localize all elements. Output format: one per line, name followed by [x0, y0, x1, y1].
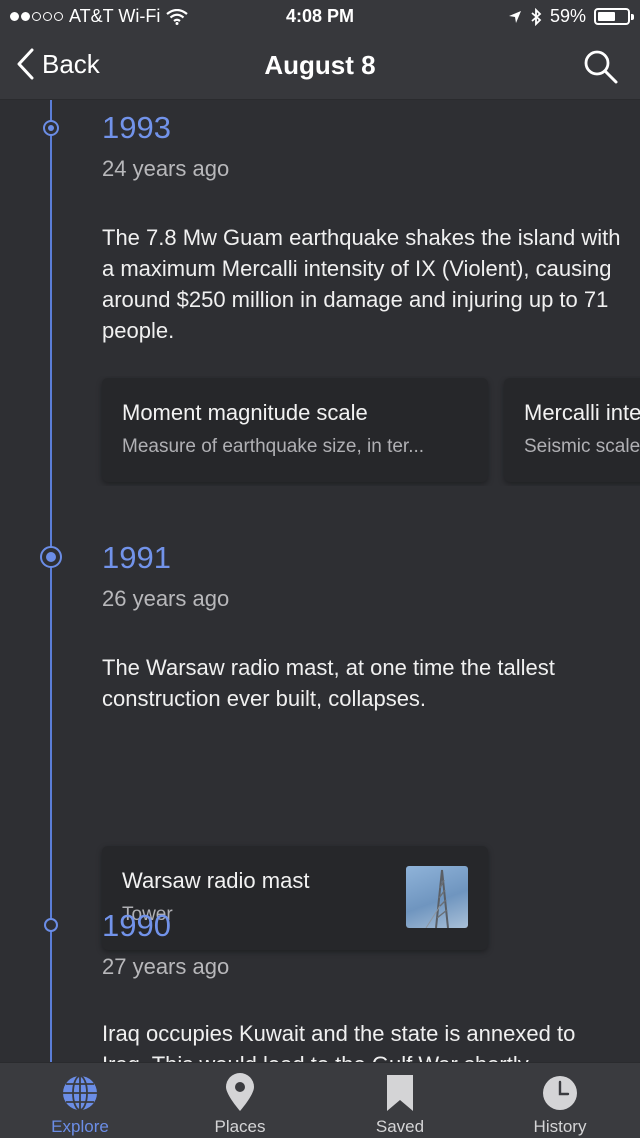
- event-year: 1991: [102, 540, 171, 575]
- timeline-marker-icon: [40, 546, 62, 568]
- event-year: 1993: [102, 110, 171, 145]
- related-card[interactable]: Moment magnitude scale Measure of earthq…: [102, 378, 488, 482]
- bluetooth-icon: [531, 7, 542, 26]
- timeline-scroll-view[interactable]: 1993 24 years ago The 7.8 Mw Guam earthq…: [0, 100, 640, 1062]
- location-arrow-icon: [508, 10, 521, 23]
- event-years-ago: 27 years ago: [102, 954, 230, 979]
- status-bar: AT&T Wi-Fi 4:08 PM 59%: [0, 0, 640, 34]
- event-description: The Warsaw radio mast, at one time the t…: [102, 655, 555, 711]
- tab-label: Saved: [375, 1117, 425, 1136]
- battery-percent: 59%: [549, 6, 586, 26]
- related-card[interactable]: Mercalli intensity scale Seismic scale: [504, 378, 640, 482]
- tab-label: Explore: [51, 1117, 109, 1136]
- search-icon: [584, 50, 618, 84]
- timeline-marker-icon: [43, 120, 59, 136]
- bookmark-icon: [387, 1075, 413, 1111]
- event-year: 1990: [102, 908, 171, 943]
- tab-history[interactable]: History: [480, 1063, 640, 1138]
- card-title: Mercalli intensity scale: [524, 400, 640, 425]
- radio-mast-thumbnail: [406, 866, 468, 928]
- timeline-marker-icon: [44, 918, 58, 932]
- event-description: Iraq occupies Kuwait and the state is an…: [102, 1021, 576, 1062]
- event-years-ago: 26 years ago: [102, 586, 230, 611]
- search-button[interactable]: [582, 48, 620, 86]
- card-subtitle: Seismic scale: [524, 436, 640, 457]
- card-title: Moment magnitude scale: [122, 400, 368, 425]
- event-years-ago: 24 years ago: [102, 156, 230, 181]
- card-carousel[interactable]: Moment magnitude scale Measure of earthq…: [0, 376, 640, 486]
- tab-label: Places: [214, 1117, 266, 1136]
- tab-bar: Explore Places Saved History: [0, 1062, 640, 1138]
- page-title: August 8: [264, 50, 376, 80]
- globe-icon: [63, 1075, 97, 1111]
- tab-places[interactable]: Places: [160, 1063, 320, 1138]
- card-title: Warsaw radio mast: [122, 868, 310, 893]
- navigation-bar: Back August 8: [0, 34, 640, 100]
- battery-icon: [594, 8, 634, 25]
- tab-label: History: [533, 1117, 587, 1136]
- map-pin-icon: [226, 1073, 254, 1111]
- status-right: 59%: [508, 6, 634, 27]
- clock-icon: [543, 1076, 577, 1110]
- tab-explore[interactable]: Explore: [0, 1063, 160, 1138]
- card-subtitle: Measure of earthquake size, in ter...: [122, 436, 425, 457]
- event-description: The 7.8 Mw Guam earthquake shakes the is…: [102, 225, 621, 343]
- tab-saved[interactable]: Saved: [320, 1063, 480, 1138]
